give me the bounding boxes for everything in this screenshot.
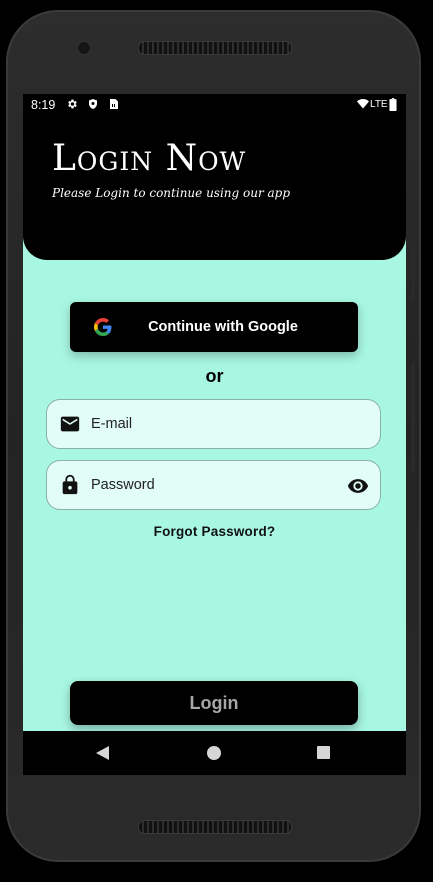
gear-icon (68, 99, 77, 109)
app-screen: 8:19 LTE Login Now Please Login to conti… (23, 94, 406, 775)
network-type: LTE (370, 99, 388, 110)
google-button-label: Continue with Google (148, 319, 298, 335)
forgot-password-link[interactable]: Forgot Password? (23, 524, 406, 539)
recent-apps-icon[interactable] (317, 746, 330, 759)
system-navigation-bar (23, 731, 406, 775)
wifi-icon (357, 99, 369, 109)
header-banner: Login Now Please Login to continue using… (23, 116, 406, 260)
status-bar: 8:19 LTE (23, 94, 406, 116)
sim-card-icon (110, 99, 118, 109)
eye-icon[interactable] (347, 475, 369, 497)
shield-icon (89, 99, 97, 109)
mail-icon (60, 416, 80, 432)
power-button (411, 362, 415, 472)
password-input[interactable] (91, 461, 341, 509)
email-input[interactable] (91, 400, 341, 448)
bottom-speaker (138, 820, 292, 834)
continue-with-google-button[interactable]: Continue with Google (70, 302, 358, 352)
battery-icon (389, 98, 397, 111)
volume-button (411, 244, 415, 300)
front-camera (77, 41, 91, 55)
or-divider: or (205, 366, 224, 386)
login-button[interactable]: Login (70, 681, 358, 725)
back-icon[interactable] (96, 746, 109, 760)
lock-icon (62, 474, 78, 495)
email-field[interactable] (46, 399, 381, 449)
status-time: 8:19 (31, 98, 56, 112)
page-title: Login Now (52, 138, 247, 179)
home-icon[interactable] (207, 746, 221, 760)
password-field[interactable] (46, 460, 381, 510)
top-speaker (138, 41, 292, 55)
page-subtitle: Please Login to continue using our app (52, 186, 291, 200)
